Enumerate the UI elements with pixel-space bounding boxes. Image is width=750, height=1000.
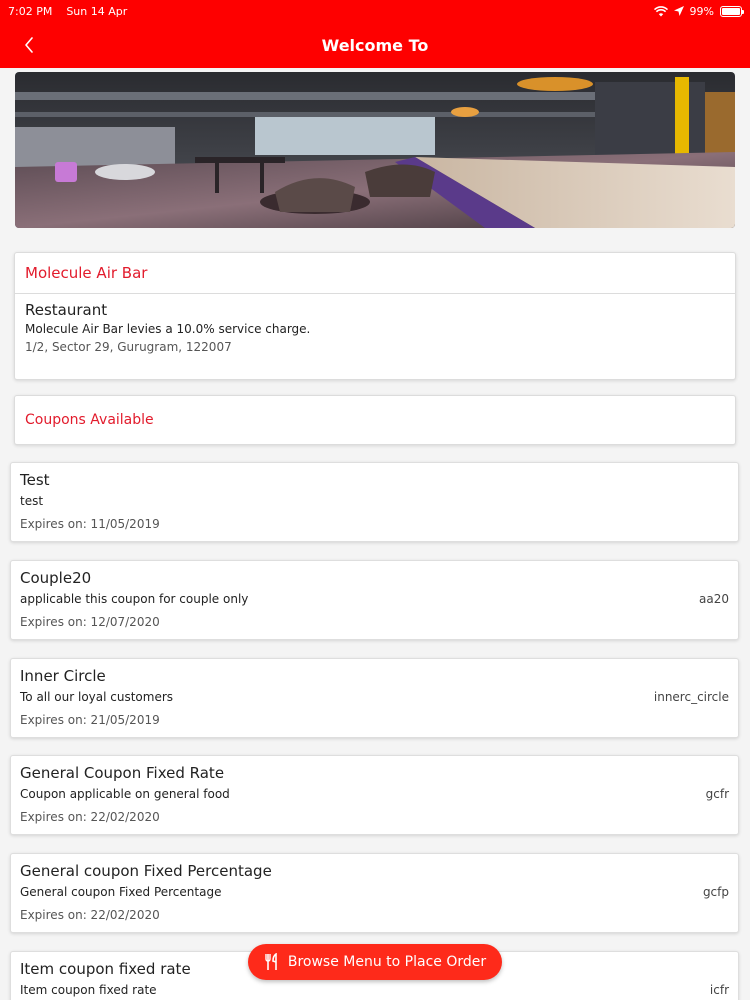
status-time: 7:02 PM <box>8 4 53 18</box>
coupon-description: test <box>20 494 44 508</box>
browse-menu-label: Browse Menu to Place Order <box>287 954 487 970</box>
restaurant-photo <box>15 72 735 228</box>
coupons-header: Coupons Available <box>14 395 736 445</box>
coupon-code: gcfr <box>705 787 729 801</box>
location-arrow-icon <box>673 6 684 16</box>
restaurant-address: 1/2, Sector 29, Gurugram, 122007 <box>25 340 232 354</box>
fork-knife-icon <box>265 953 277 970</box>
battery-percent: 99% <box>689 4 714 18</box>
coupon-card[interactable]: Inner Circle To all our loyal customers … <box>10 658 739 738</box>
coupon-title: General Coupon Fixed Rate <box>20 764 225 782</box>
coupon-card[interactable]: Test test Expires on: 11/05/2019 <box>10 462 739 542</box>
coupon-title: General coupon Fixed Percentage <box>20 862 272 880</box>
status-bar: 7:02 PM Sun 14 Apr 99% <box>0 0 750 22</box>
restaurant-type: Restaurant <box>25 301 108 319</box>
coupon-card[interactable]: Couple20 applicable this coupon for coup… <box>10 560 739 640</box>
coupon-card[interactable]: General coupon Fixed Percentage General … <box>10 853 739 933</box>
restaurant-photo-image <box>15 72 735 228</box>
coupon-title: Test <box>20 471 50 489</box>
wifi-icon <box>653 5 668 16</box>
coupon-expiry: Expires on: 21/05/2019 <box>20 713 160 727</box>
nav-bar: Welcome To <box>0 22 750 68</box>
back-button[interactable] <box>14 30 44 60</box>
coupon-description: Coupon applicable on general food <box>20 787 230 801</box>
coupon-description: General coupon Fixed Percentage <box>20 885 222 899</box>
coupon-expiry: Expires on: 22/02/2020 <box>20 810 160 824</box>
coupon-expiry: Expires on: 11/05/2019 <box>20 517 160 531</box>
coupon-code: innerc_circle <box>653 690 729 704</box>
coupon-code: aa20 <box>699 592 729 606</box>
status-date: Sun 14 Apr <box>66 4 128 18</box>
coupon-description: Item coupon fixed rate <box>20 983 157 997</box>
coupon-title: Inner Circle <box>20 667 106 685</box>
restaurant-name: Molecule Air Bar <box>15 253 735 294</box>
chevron-left-icon <box>25 37 33 53</box>
coupon-expiry: Expires on: 12/07/2020 <box>20 615 160 629</box>
browse-menu-button[interactable]: Browse Menu to Place Order <box>248 944 502 980</box>
coupon-title: Couple20 <box>20 569 92 587</box>
restaurant-info-card: Molecule Air Bar Restaurant Molecule Air… <box>14 252 736 380</box>
coupon-card[interactable]: General Coupon Fixed Rate Coupon applica… <box>10 755 739 835</box>
battery-fill <box>722 7 740 15</box>
coupon-description: applicable this coupon for couple only <box>20 592 249 606</box>
coupon-code: gcfp <box>702 885 729 899</box>
coupon-code: icfr <box>709 983 729 997</box>
battery-icon <box>720 5 744 17</box>
page-title: Welcome To <box>321 35 429 55</box>
coupon-description: To all our loyal customers <box>20 690 174 704</box>
service-charge-note: Molecule Air Bar levies a 10.0% service … <box>25 322 311 336</box>
coupon-expiry: Expires on: 22/02/2020 <box>20 908 160 922</box>
